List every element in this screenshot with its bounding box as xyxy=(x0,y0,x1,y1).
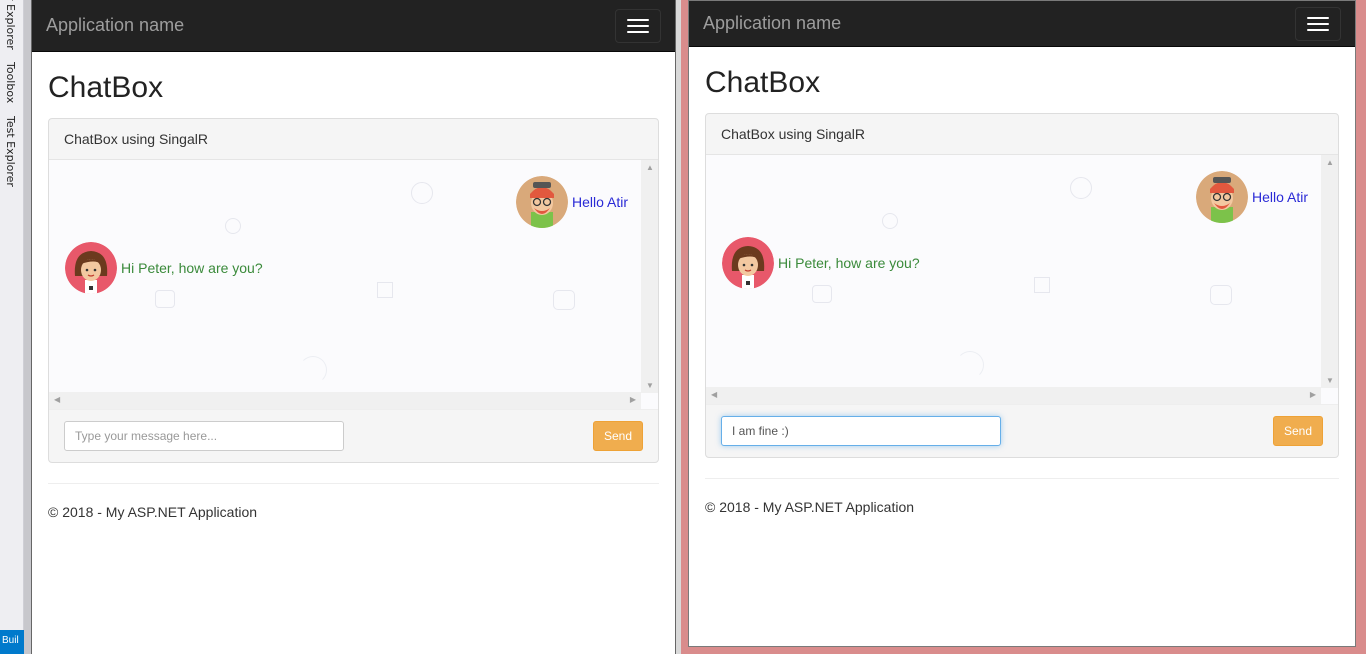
scroll-down-icon[interactable]: ▼ xyxy=(646,381,654,390)
message-incoming: Hello Atir xyxy=(1195,171,1308,223)
navbar-brand[interactable]: Application name xyxy=(46,15,184,36)
vs-tab-explorer[interactable]: r Explorer xyxy=(4,0,17,50)
footer-copyright: © 2018 - My ASP.NET Application xyxy=(48,504,258,520)
footer-copyright: © 2018 - My ASP.NET Application xyxy=(705,499,915,515)
page-title: ChatBox xyxy=(705,66,821,99)
hamburger-icon[interactable] xyxy=(1295,6,1341,41)
panel-heading: ChatBox using SingalR xyxy=(49,119,658,160)
man-avatar-icon xyxy=(1195,171,1248,223)
message-input[interactable] xyxy=(721,416,1001,446)
chat-panel: ChatBox using SingalR Hello Atir Hi Pete… xyxy=(48,118,659,463)
man-avatar-icon xyxy=(515,176,568,228)
scroll-left-icon[interactable]: ◀ xyxy=(711,390,717,399)
send-button[interactable]: Send xyxy=(593,421,643,451)
page-title: ChatBox xyxy=(48,71,164,104)
hamburger-icon[interactable] xyxy=(615,8,661,43)
chat-messages-area[interactable]: Hello Atir Hi Peter, how are you? ▲ ▼ ◀ … xyxy=(49,160,658,410)
send-button[interactable]: Send xyxy=(1273,416,1323,446)
scroll-up-icon[interactable]: ▲ xyxy=(646,163,654,172)
vs-tab-toolbox[interactable]: Toolbox xyxy=(4,62,17,103)
navbar: Application name xyxy=(689,1,1355,47)
divider xyxy=(48,483,659,484)
vertical-scrollbar[interactable]: ▲ ▼ xyxy=(1321,155,1338,388)
scroll-down-icon[interactable]: ▼ xyxy=(1326,376,1334,385)
scroll-up-icon[interactable]: ▲ xyxy=(1326,158,1334,167)
vs-side-panel: r Explorer Toolbox Test Explorer Buil xyxy=(0,0,24,654)
woman-avatar-icon xyxy=(722,237,774,289)
message-outgoing: Hi Peter, how are you? xyxy=(722,237,920,289)
chat-messages-area[interactable]: Hello Atir Hi Peter, how are you? ▲ ▼ ◀ … xyxy=(706,155,1338,405)
scroll-right-icon[interactable]: ▶ xyxy=(630,395,636,404)
vs-status-bar: Buil xyxy=(0,630,24,654)
message-input[interactable] xyxy=(64,421,344,451)
horizontal-scrollbar[interactable]: ◀ ▶ xyxy=(706,387,1321,404)
message-text: Hi Peter, how are you? xyxy=(121,260,263,276)
horizontal-scrollbar[interactable]: ◀ ▶ xyxy=(49,392,641,409)
panel-footer: Send xyxy=(49,410,658,462)
vs-tab-test-explorer[interactable]: Test Explorer xyxy=(4,116,17,187)
message-incoming: Hello Atir xyxy=(515,176,628,228)
chat-panel: ChatBox using SingalR Hello Atir Hi Pete… xyxy=(705,113,1339,458)
navbar-brand[interactable]: Application name xyxy=(703,13,841,34)
woman-avatar-icon xyxy=(65,242,117,294)
navbar: Application name xyxy=(32,0,675,52)
panel-footer: Send xyxy=(706,405,1338,457)
scroll-right-icon[interactable]: ▶ xyxy=(1310,390,1316,399)
message-outgoing: Hi Peter, how are you? xyxy=(65,242,263,294)
right-browser-window: Application name ChatBox ChatBox using S… xyxy=(688,0,1356,647)
divider xyxy=(705,478,1339,479)
message-text: Hello Atir xyxy=(571,194,628,210)
scroll-left-icon[interactable]: ◀ xyxy=(54,395,60,404)
vertical-scrollbar[interactable]: ▲ ▼ xyxy=(641,160,658,393)
message-text: Hi Peter, how are you? xyxy=(778,255,920,271)
panel-heading: ChatBox using SingalR xyxy=(706,114,1338,155)
left-browser-window: Application name ChatBox ChatBox using S… xyxy=(31,0,676,654)
message-text: Hello Atir xyxy=(1251,189,1308,205)
